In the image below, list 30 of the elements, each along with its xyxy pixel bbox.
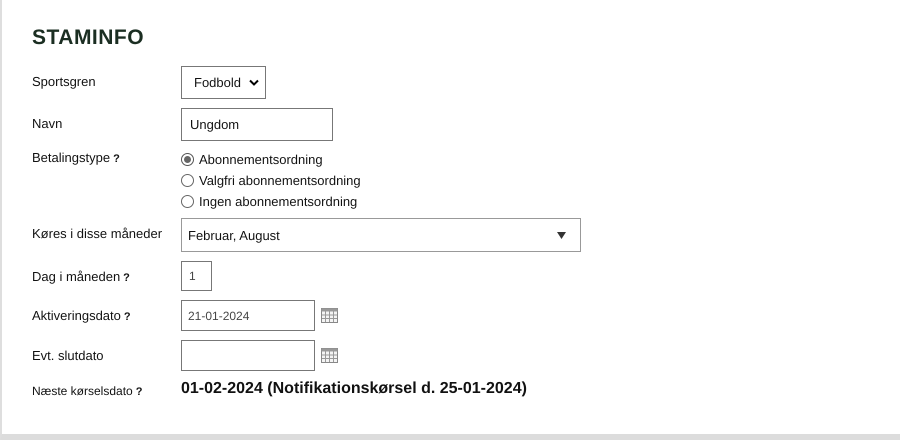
months-dropdown[interactable]: Februar, August <box>181 218 581 252</box>
calendar-icon[interactable] <box>321 308 338 323</box>
radio-button[interactable] <box>181 153 194 166</box>
field-label: Køres i disse måneder <box>32 226 162 241</box>
caret-icon <box>557 232 566 238</box>
field-label: Betalingstype <box>32 150 110 165</box>
radio-label[interactable]: Ingen abonnementsordning <box>199 194 358 209</box>
chevron-icon <box>248 79 259 86</box>
field-label: Navn <box>32 116 62 131</box>
field-label: Sportsgren <box>32 74 96 89</box>
help-icon[interactable]: ? <box>123 272 130 284</box>
date-field[interactable] <box>181 340 315 371</box>
sport-select[interactable]: Fodbold <box>181 66 266 99</box>
field-label: Næste kørselsdato <box>32 384 133 398</box>
help-icon[interactable]: ? <box>136 386 142 398</box>
radio-button[interactable] <box>181 195 194 208</box>
radio-button[interactable] <box>181 174 194 187</box>
calendar-icon[interactable] <box>321 348 338 363</box>
day-field[interactable]: 1 <box>181 261 212 291</box>
date-field[interactable]: 21-01-2024 <box>181 300 315 331</box>
next-run-date: 01-02-2024 (Notifikationskørsel d. 25-01-2024) <box>181 380 527 398</box>
section-title: STAMINFO <box>32 26 146 50</box>
field-label: Aktiveringsdato <box>32 308 121 323</box>
field-label: Dag i måneden <box>32 269 120 284</box>
field-label: Evt. slutdato <box>32 348 104 363</box>
radio-label[interactable]: Valgfri abonnementsordning <box>199 173 361 188</box>
name-field[interactable]: Ungdom <box>181 108 333 141</box>
radio-label[interactable]: Abonnementsordning <box>199 152 323 167</box>
help-icon[interactable]: ? <box>124 311 131 323</box>
help-icon[interactable]: ? <box>113 153 120 165</box>
